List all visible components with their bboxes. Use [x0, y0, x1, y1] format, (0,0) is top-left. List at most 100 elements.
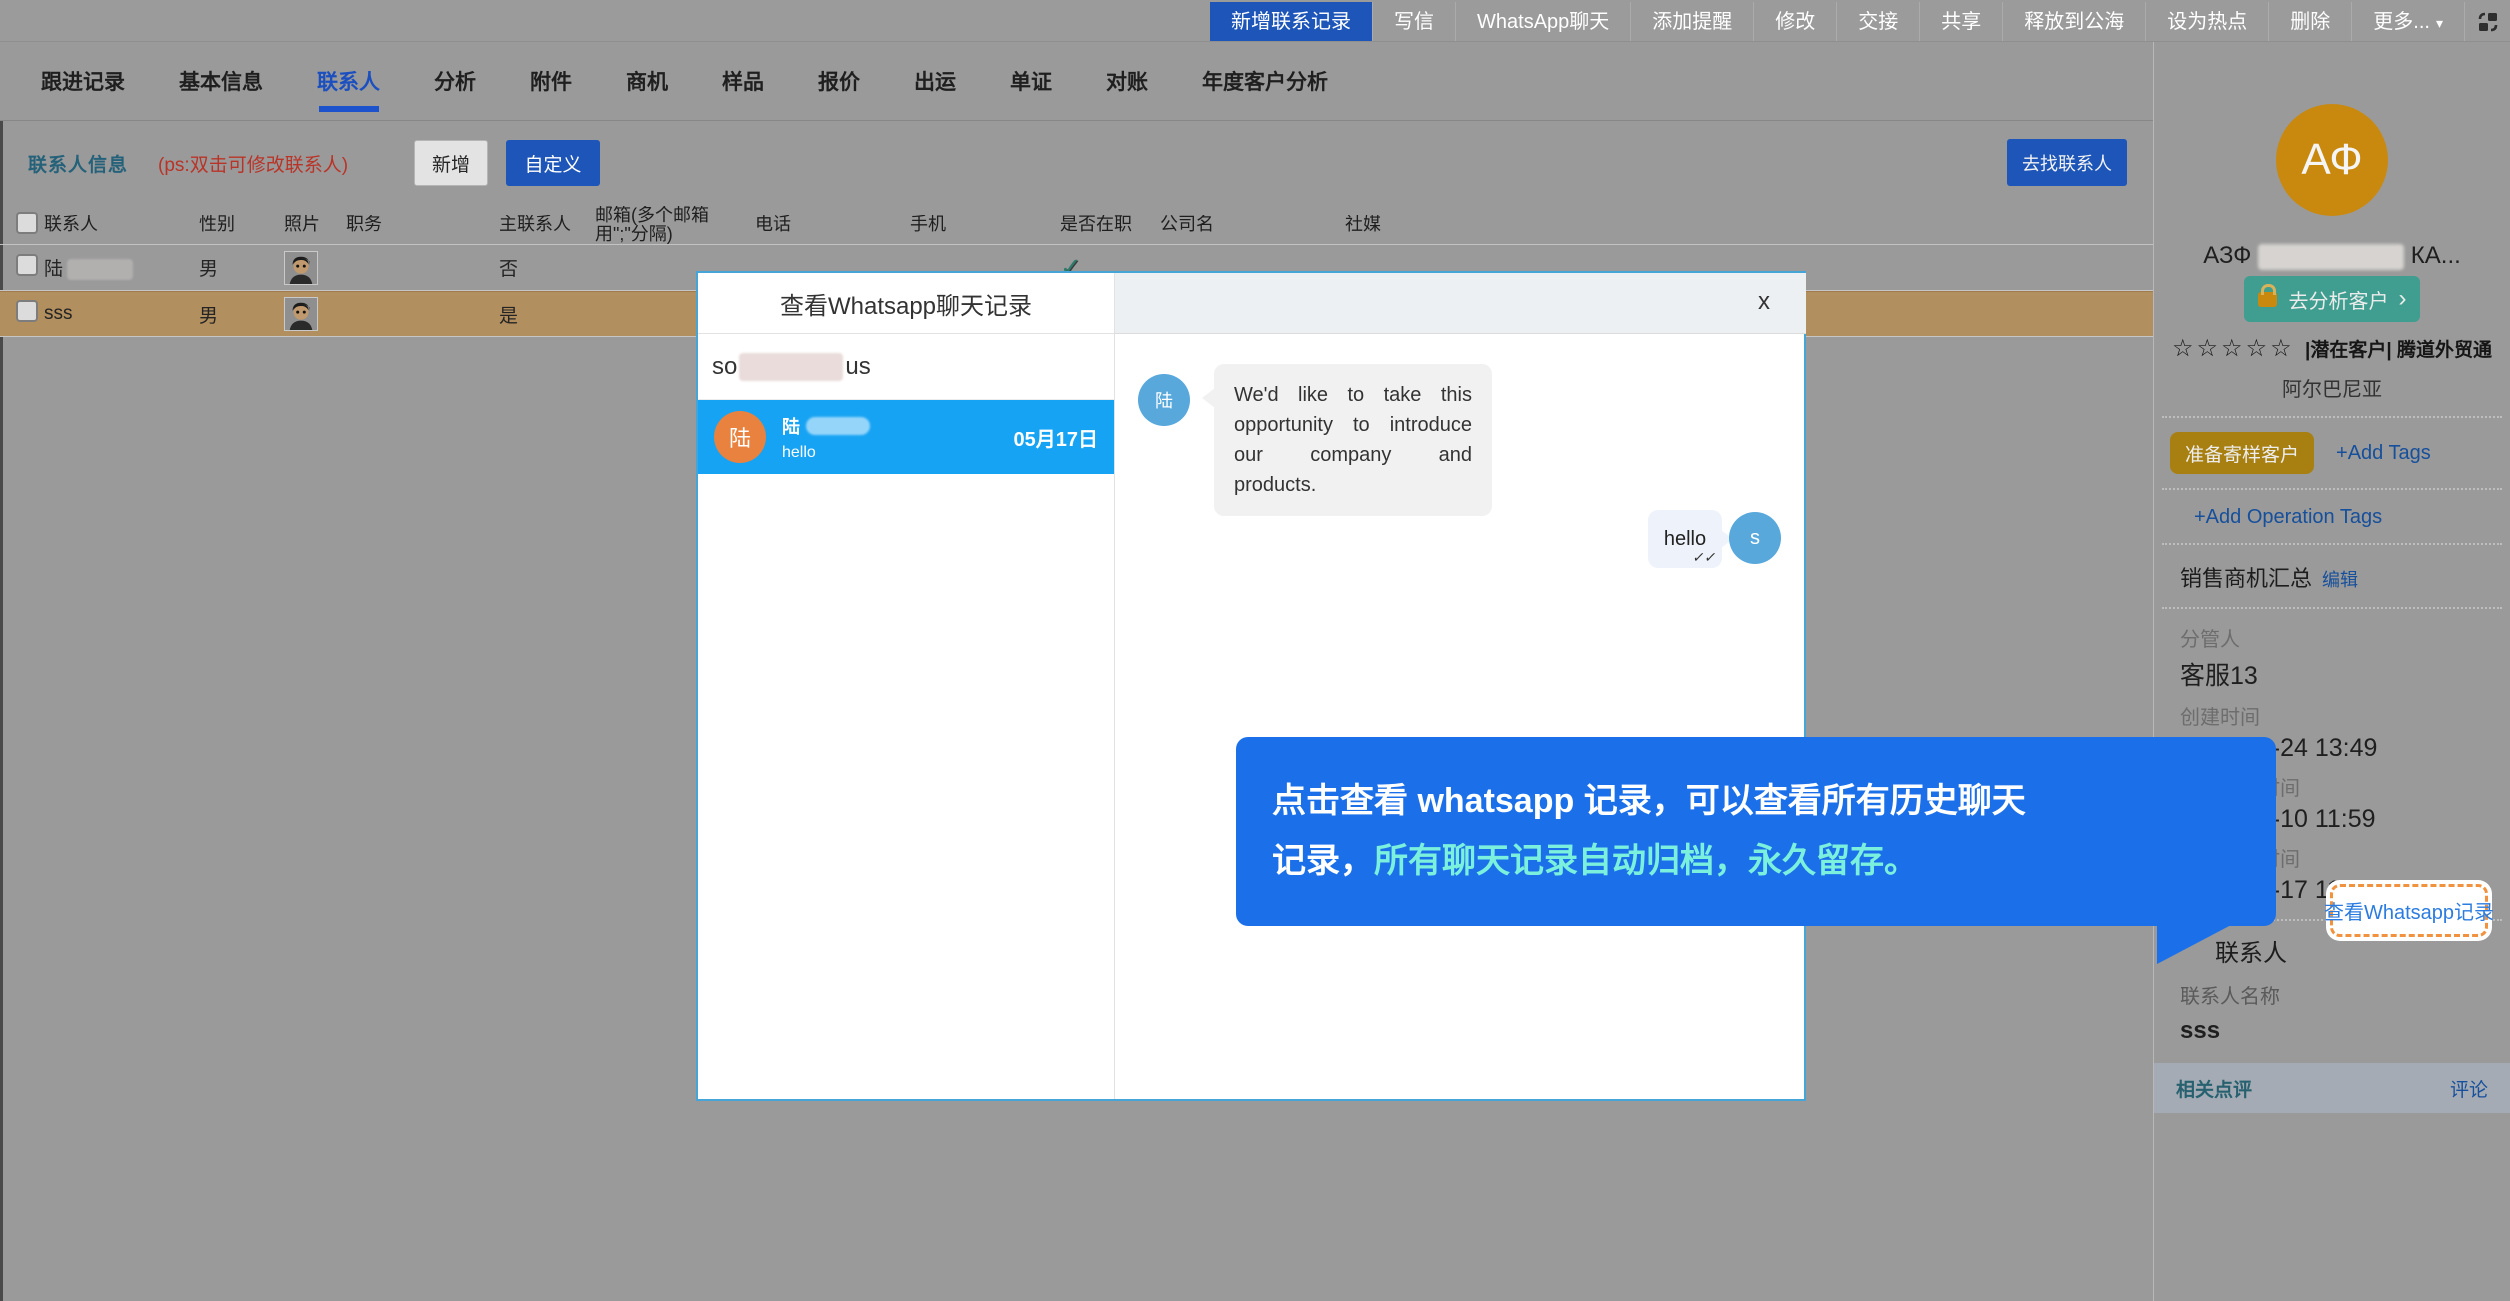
field-value: 客服13	[2180, 656, 2510, 692]
chat-list-item[interactable]: 陆 陆 hello 05月17日	[698, 400, 1114, 474]
contact-photo	[284, 251, 318, 285]
conversation-area: 陆 We'd like to take this opportunity to …	[1115, 334, 1806, 1099]
chevron-right-icon: ›	[2399, 289, 2407, 309]
chat-avatar: 陆	[714, 411, 766, 463]
new-contact-record-button[interactable]: 新增联系记录	[1210, 2, 1372, 41]
whatsapp-chat-modal: 查看Whatsapp聊天记录 so us 陆 陆 hello 05月17日	[696, 271, 1806, 1101]
divider	[2162, 607, 2502, 609]
analyze-customer-button[interactable]: 去分析客户 ›	[2244, 276, 2420, 322]
col-phone: 电话	[755, 215, 910, 234]
handover-button[interactable]: 交接	[1836, 2, 1919, 41]
modal-title: 查看Whatsapp聊天记录	[698, 273, 1114, 334]
lock-icon	[2258, 292, 2277, 307]
conversation-header: x	[1115, 273, 1806, 334]
tab-attachments[interactable]: 附件	[503, 42, 599, 120]
contacts-toolbar: 联系人信息 (ps:双击可修改联系人) 新增 自定义 去找联系人	[0, 121, 2153, 205]
callout-line-1: 点击查看 whatsapp 记录，可以查看所有历史聊天	[1272, 771, 2276, 831]
divider	[2162, 488, 2502, 490]
tab-opportunities[interactable]: 商机	[599, 42, 695, 120]
tab-contacts[interactable]: 联系人	[290, 42, 407, 120]
field-label: 创建时间	[2180, 701, 2510, 730]
set-hotspot-button[interactable]: 设为热点	[2145, 2, 2268, 41]
col-photo: 照片	[284, 215, 346, 234]
sent-message: hello ✓✓	[1648, 510, 1722, 568]
contact-name-value: sss	[2180, 1017, 2510, 1045]
tab-samples[interactable]: 样品	[695, 42, 791, 120]
detail-tab-bar: 跟进记录 基本信息 联系人 分析 附件 商机 样品 报价 出运 单证 对账 年度…	[0, 42, 2153, 121]
swap-panel-icon[interactable]	[2464, 2, 2510, 41]
redacted-name-blur	[806, 417, 870, 435]
divider	[2162, 416, 2502, 418]
select-all-checkbox[interactable]	[16, 212, 38, 234]
customize-columns-button[interactable]: 自定义	[506, 140, 600, 186]
view-whatsapp-records-button[interactable]: 查看Whatsapp记录	[2330, 884, 2488, 937]
sales-summary-title: 销售商机汇总	[2180, 561, 2312, 593]
star-rating-icons[interactable]: ☆☆☆☆☆	[2172, 335, 2295, 362]
close-icon[interactable]: x	[1758, 287, 1770, 317]
tab-follow-records[interactable]: 跟进记录	[14, 42, 152, 120]
crm-customer-detail-screen: 新增联系记录 写信 WhatsApp聊天 添加提醒 修改 交接 共享 释放到公海…	[0, 0, 2510, 1301]
contacts-edit-hint: (ps:双击可修改联系人)	[158, 150, 348, 177]
add-contact-button[interactable]: 新增	[414, 140, 488, 186]
tab-documents[interactable]: 单证	[983, 42, 1079, 120]
related-reviews-label: 相关点评	[2176, 1075, 2252, 1102]
whatsapp-chat-button[interactable]: WhatsApp聊天	[1455, 2, 1630, 41]
col-main-contact: 主联系人	[499, 215, 595, 234]
callout-tail	[2157, 924, 2233, 964]
sample-tag-button[interactable]: 准备寄样客户	[2170, 432, 2314, 474]
col-employed: 是否在职	[1060, 215, 1160, 234]
redacted-name-blur	[2258, 244, 2404, 270]
tutorial-callout: 点击查看 whatsapp 记录，可以查看所有历史聊天 记录，所有聊天记录自动归…	[1236, 737, 2276, 926]
user-avatar: s	[1729, 512, 1781, 564]
delivered-ticks-icon: ✓✓	[1691, 549, 1718, 566]
contact-main: 是	[499, 301, 595, 328]
row-checkbox[interactable]	[16, 300, 38, 322]
col-contact: 联系人	[44, 215, 199, 234]
tab-quotations[interactable]: 报价	[791, 42, 887, 120]
add-operation-tags-link[interactable]: +Add Operation Tags	[2194, 506, 2510, 529]
contact-gender: 男	[199, 254, 284, 281]
chat-account-label[interactable]: so us	[698, 334, 1114, 400]
col-email: 邮箱(多个邮箱用";"分隔)	[595, 206, 755, 244]
contact-name-label: 联系人名称	[2180, 980, 2510, 1009]
add-tags-link[interactable]: +Add Tags	[2336, 442, 2431, 465]
review-bar: 相关点评 评论	[2154, 1063, 2510, 1113]
col-social: 社媒	[1345, 215, 2153, 234]
contact-gender: 男	[199, 301, 284, 328]
tab-basic-info[interactable]: 基本信息	[152, 42, 290, 120]
tags-row: 准备寄样客户 +Add Tags	[2170, 432, 2510, 474]
tab-annual-analysis[interactable]: 年度客户分析	[1175, 42, 1355, 120]
callout-line-2: 记录，所有聊天记录自动归档，永久留存。	[1272, 831, 2276, 891]
tab-reconciliation[interactable]: 对账	[1079, 42, 1175, 120]
customer-country: 阿尔巴尼亚	[2154, 373, 2510, 402]
contacts-table-header: 联系人 性别 照片 职务 主联系人 邮箱(多个邮箱用";"分隔) 电话 手机 是…	[0, 205, 2153, 245]
add-reminder-button[interactable]: 添加提醒	[1630, 2, 1753, 41]
tab-analysis[interactable]: 分析	[407, 42, 503, 120]
release-to-pool-button[interactable]: 释放到公海	[2002, 2, 2145, 41]
find-contacts-button[interactable]: 去找联系人	[2007, 139, 2127, 186]
customer-sidebar: АФ АЗФ КА... 去分析客户 › ☆☆☆☆☆ |潜在客户| 腾道外贸通 …	[2153, 42, 2510, 1301]
comment-link[interactable]: 评论	[2450, 1075, 2488, 1102]
tab-shipments[interactable]: 出运	[887, 42, 983, 120]
chat-preview: hello	[782, 444, 1014, 462]
share-button[interactable]: 共享	[1919, 2, 2002, 41]
delete-button[interactable]: 删除	[2268, 2, 2351, 41]
row-checkbox[interactable]	[16, 254, 38, 276]
sender-avatar: 陆	[1138, 374, 1190, 426]
received-message: We'd like to take this opportunity to in…	[1214, 364, 1492, 516]
col-position: 职务	[346, 215, 499, 234]
contact-name: 陆	[44, 259, 63, 280]
chat-list-panel: 查看Whatsapp聊天记录 so us 陆 陆 hello 05月17日	[698, 273, 1115, 1099]
more-button[interactable]: 更多...▾	[2351, 2, 2464, 41]
write-mail-button[interactable]: 写信	[1372, 2, 1455, 41]
customer-grade: |潜在客户| 腾道外贸通	[2305, 340, 2492, 361]
contacts-section-title: 联系人信息	[28, 150, 128, 177]
divider	[2162, 543, 2502, 545]
customer-avatar: АФ	[2276, 104, 2388, 216]
edit-summary-link[interactable]: 编辑	[2322, 566, 2358, 592]
modify-button[interactable]: 修改	[1753, 2, 1836, 41]
contact-photo	[284, 297, 318, 331]
redacted-name-blur	[67, 259, 133, 280]
chat-conversation-panel: x 陆 We'd like to take this opportunity t…	[1115, 273, 1806, 1099]
customer-name: АЗФ КА...	[2154, 242, 2510, 270]
